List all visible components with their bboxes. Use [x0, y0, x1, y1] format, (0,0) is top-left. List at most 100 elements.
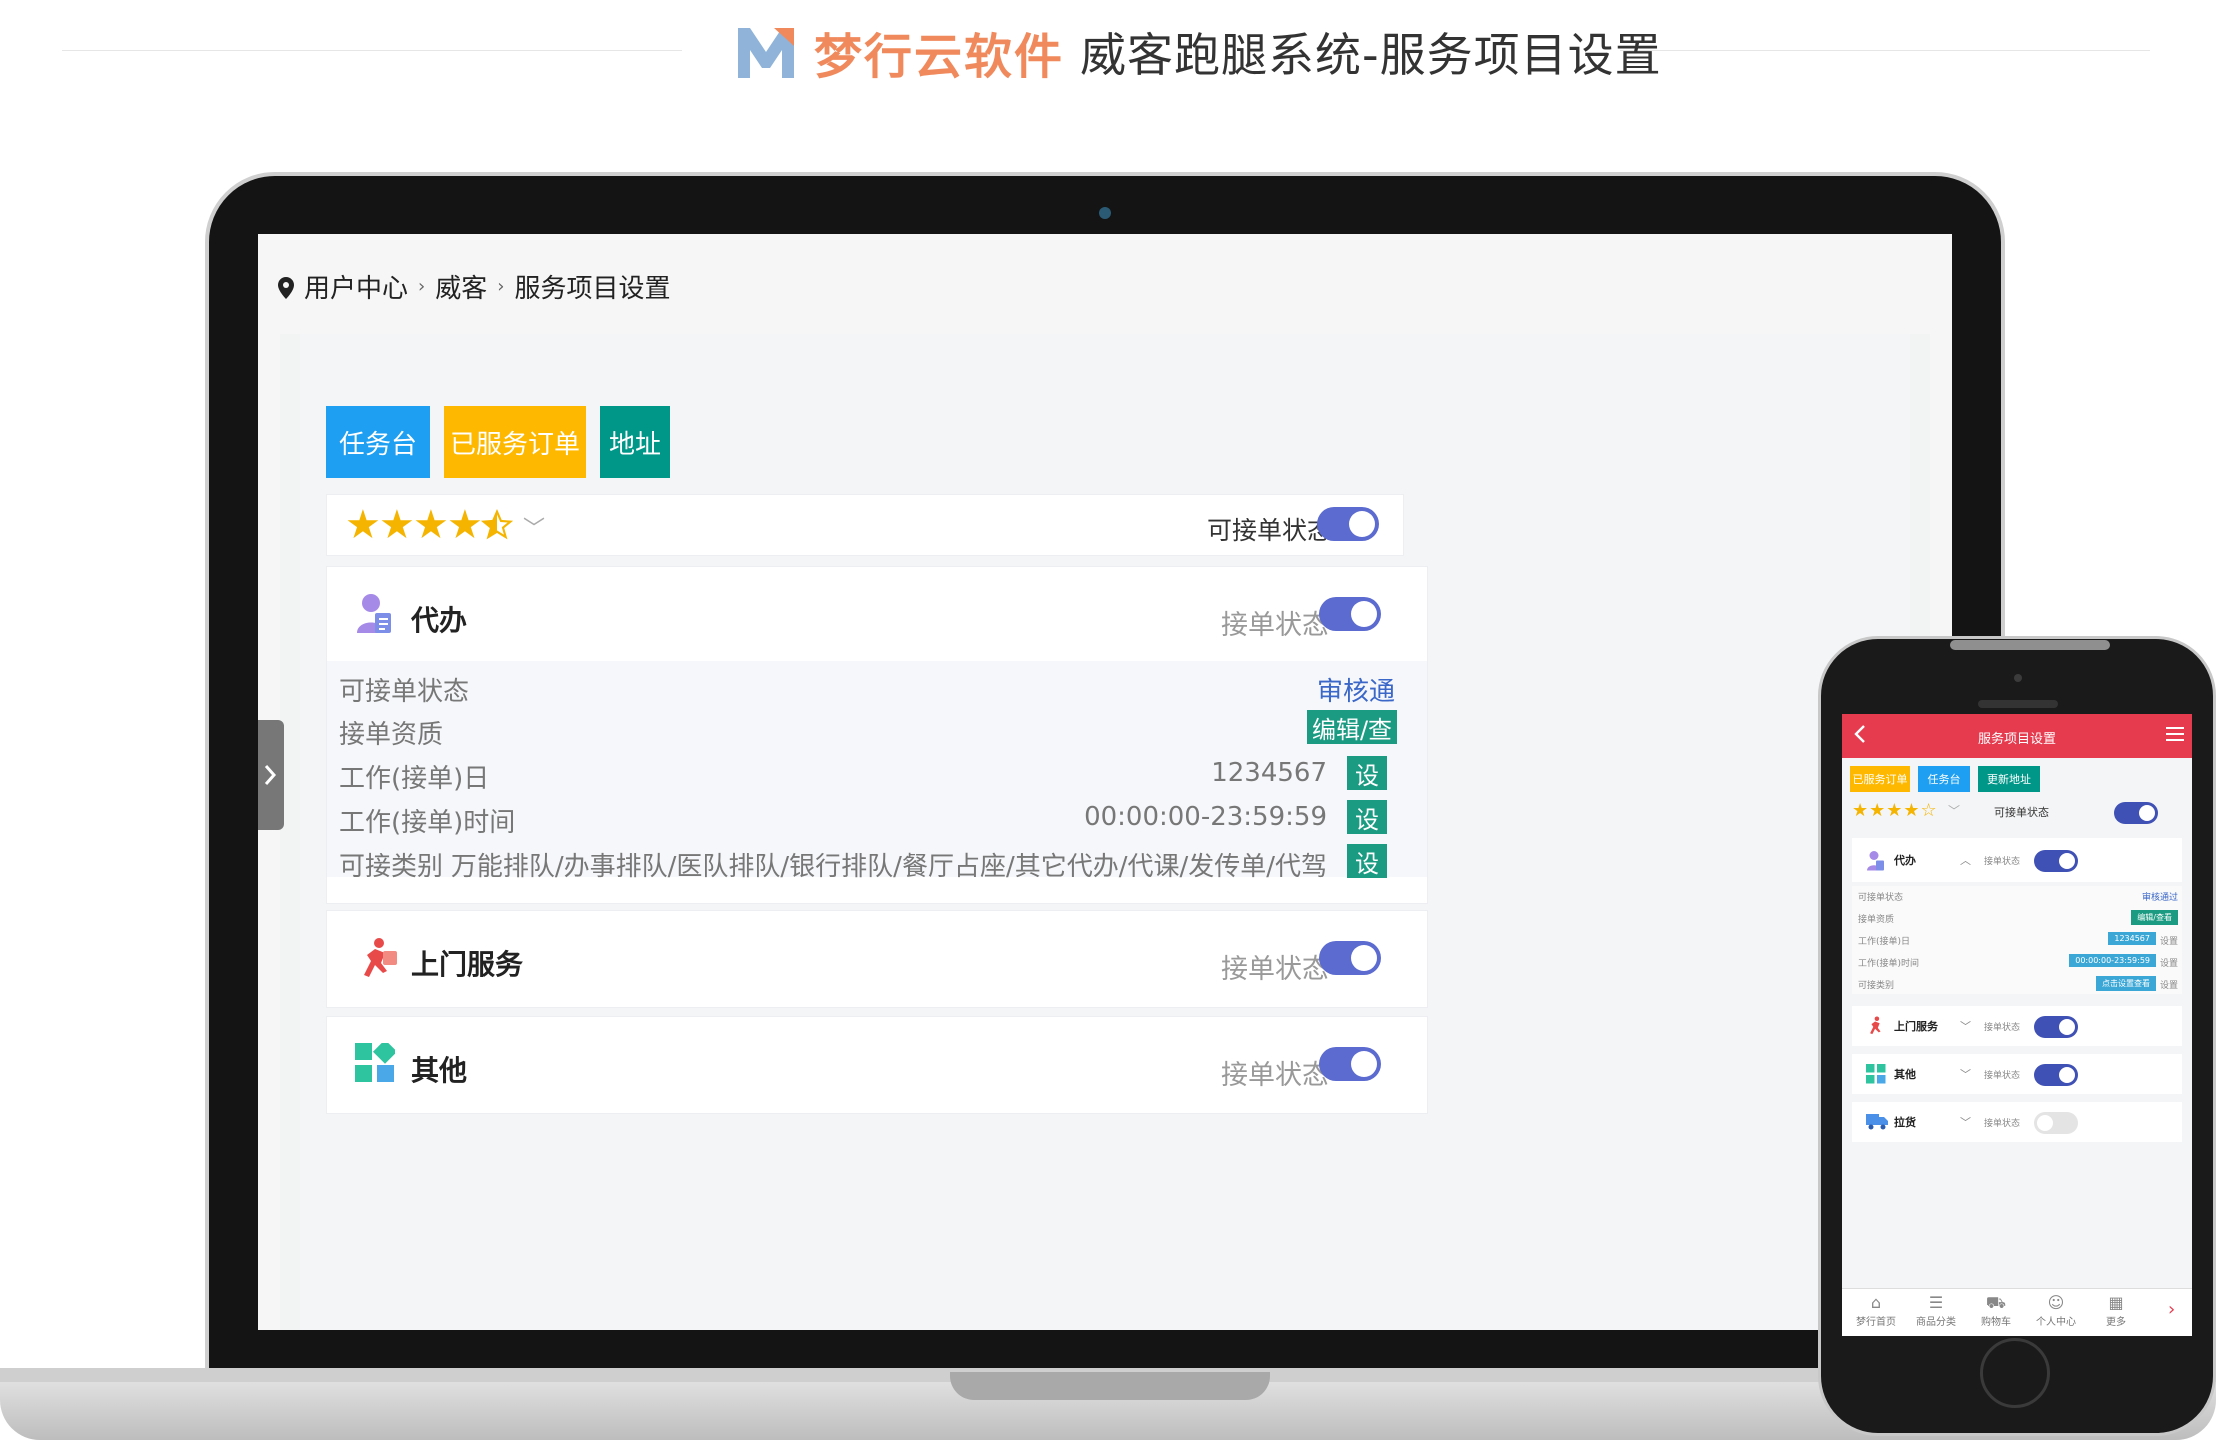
chevron-down-icon[interactable]: ﹀: [1960, 1114, 1971, 1130]
tab-task-desk[interactable]: 任务台: [326, 406, 430, 478]
mobile-section-daiban: 代办 ︿ 接单状态: [1852, 838, 2182, 882]
tab-served-orders-label: 已服务订单: [449, 429, 580, 460]
set-button[interactable]: 设: [1347, 844, 1387, 878]
laptop-camera: [1099, 207, 1111, 219]
mobile-tab-served-orders[interactable]: 已服务订单: [1850, 766, 1910, 792]
mobile-section-title: 上门服务: [1894, 1020, 1938, 1033]
section-status-toggle-daiban[interactable]: [1319, 597, 1381, 631]
nav-item-more[interactable]: ▦ 更多: [2086, 1293, 2146, 1328]
mobile-row-label: 可接类别: [1858, 981, 1895, 991]
mobile-edit-view-button[interactable]: 编辑/查看: [2131, 910, 2178, 925]
mobile-row-label: 工作(接单)日: [1858, 937, 1911, 947]
nav-item-cart[interactable]: ⛟ 购物车: [1966, 1293, 2026, 1328]
location-pin-icon: [278, 276, 294, 299]
star-icon: ★: [379, 502, 415, 548]
mobile-section-toggle[interactable]: [2034, 1112, 2078, 1134]
mobile-section-title: 代办: [1894, 854, 1916, 867]
chevron-up-icon[interactable]: ︿: [1960, 852, 1971, 868]
nav-label: 购物车: [1981, 1317, 2011, 1328]
nav-label: 更多: [2106, 1317, 2126, 1328]
nav-label: 梦行首页: [1856, 1317, 1896, 1328]
mobile-section-other: 其他 ﹀ 接单状态: [1852, 1054, 2182, 1094]
mobile-tab-task-desk[interactable]: 任务台: [1918, 766, 1970, 792]
phone-earpiece: [1978, 700, 2058, 708]
breadcrumb-item-user-center[interactable]: 用户中心: [304, 268, 408, 305]
runner-icon: [355, 937, 399, 985]
mobile-header: 服务项目设置: [1842, 714, 2192, 758]
mobile-row-value-chip[interactable]: 点击设置查看: [2096, 976, 2156, 991]
accept-status-toggle[interactable]: [1317, 507, 1379, 541]
star-icon: ★: [447, 502, 483, 548]
row-label: 工作(接单)日: [339, 764, 490, 794]
tab-address-label: 地址: [608, 429, 661, 460]
mobile-rows: 可接单状态 审核通过 接单资质 编辑/查看 工作(接单)日 1234567 设置…: [1852, 886, 2182, 994]
edit-view-button[interactable]: 编辑/查: [1307, 710, 1397, 744]
chevron-down-icon[interactable]: ﹀: [1960, 1066, 1971, 1082]
star-icon: ★: [345, 502, 381, 548]
header-rule-left: [62, 50, 682, 51]
nav-item-home[interactable]: ⌂ 梦行首页: [1846, 1293, 1906, 1328]
star-icon: ★: [413, 502, 449, 548]
section-status-toggle-home-service[interactable]: [1319, 941, 1381, 975]
user-icon: ☺: [2047, 1293, 2065, 1312]
row-label: 接单资质: [339, 720, 444, 750]
chevron-right-icon[interactable]: ›: [2168, 1299, 2175, 1320]
mobile-status-label: 接单状态: [1984, 1071, 2021, 1081]
breadcrumb: 用户中心 › 威客 › 服务项目设置: [278, 268, 670, 305]
set-button-label: 设: [1355, 849, 1379, 878]
edit-view-button-label: 编辑/查: [1311, 715, 1393, 744]
tab-address[interactable]: 地址: [600, 406, 670, 478]
mobile-accept-status-label: 可接单状态: [1994, 806, 2049, 819]
laptop-notch: [950, 1372, 1270, 1400]
mobile-section-toggle[interactable]: [2034, 850, 2078, 872]
section-status-label: 接单状态: [1221, 954, 1329, 985]
mobile-set-link[interactable]: 设置: [2160, 934, 2178, 947]
mobile-status-label: 接单状态: [1984, 1119, 2021, 1129]
header-rule-right: [1620, 50, 2150, 51]
breadcrumb-item-weike[interactable]: 威客: [435, 268, 487, 305]
tab-task-desk-label: 任务台: [338, 429, 417, 460]
breadcrumb-item-current: 服务项目设置: [514, 274, 671, 304]
nav-item-categories[interactable]: ☰ 商品分类: [1906, 1293, 1966, 1328]
approved-link[interactable]: 审核通: [1317, 671, 1395, 708]
section-title-other: 其他: [411, 1054, 468, 1087]
mobile-tab-update-address[interactable]: 更新地址: [1978, 766, 2040, 792]
set-button[interactable]: 设: [1347, 800, 1387, 834]
mobile-tab-label: 任务台: [1927, 773, 1961, 786]
truck-icon: [1866, 1112, 1888, 1133]
mobile-set-link[interactable]: 设置: [2160, 978, 2178, 991]
row-value: 1234567: [1211, 758, 1327, 788]
person-document-icon: [355, 593, 395, 639]
sidebar-toggle-handle[interactable]: [258, 720, 284, 830]
brand-name: 梦行云软件: [814, 29, 1065, 85]
mobile-accept-status-toggle[interactable]: [2114, 802, 2158, 824]
mobile-status-label: 接单状态: [1984, 1023, 2021, 1033]
menu-icon[interactable]: [2166, 726, 2184, 745]
mobile-row-value-chip: 1234567: [2108, 932, 2156, 945]
list-icon: ☰: [1928, 1293, 1944, 1312]
section-status-toggle-other[interactable]: [1319, 1047, 1381, 1081]
set-button[interactable]: 设: [1347, 756, 1387, 790]
mobile-section-toggle[interactable]: [2034, 1016, 2078, 1038]
chevron-down-icon[interactable]: ﹀: [1960, 1018, 1971, 1034]
tab-served-orders[interactable]: 已服务订单: [444, 406, 586, 478]
mobile-stars-icon: ★★★★☆: [1852, 800, 1938, 821]
chevron-down-icon[interactable]: ﹀: [523, 511, 545, 543]
chevron-down-icon[interactable]: ﹀: [1948, 802, 1960, 819]
mobile-row-value-chip: 00:00:00-23:59:59: [2069, 954, 2156, 967]
home-icon: ⌂: [1870, 1293, 1882, 1312]
row-label: 工作(接单)时间: [339, 808, 516, 838]
mobile-approved-link[interactable]: 审核通过: [2142, 890, 2178, 903]
section-status-label: 接单状态: [1221, 610, 1329, 641]
mobile-status-label: 接单状态: [1984, 857, 2021, 867]
apps-grid-icon: [355, 1039, 398, 1087]
mobile-tab-label: 已服务订单: [1852, 773, 1908, 786]
mobile-set-link[interactable]: 设置: [2160, 956, 2178, 969]
section-title-home-service: 上门服务: [411, 948, 524, 981]
content-inner: 任务台 已服务订单 地址 ★ ★ ★ ★ ﹀ 可接单状态 代办 接单状态 可接单…: [300, 334, 1910, 1330]
mobile-section-toggle[interactable]: [2034, 1064, 2078, 1086]
set-button-label: 设: [1355, 761, 1379, 790]
phone-screen: 服务项目设置 已服务订单 任务台 更新地址 ★★★★☆ ﹀ 可接单状态 代办 ︿…: [1842, 714, 2192, 1336]
nav-item-profile[interactable]: ☺ 个人中心: [2026, 1293, 2086, 1328]
mobile-bottom-nav: ⌂ 梦行首页 ☰ 商品分类 ⛟ 购物车 ☺ 个人中心 ▦ 更多 ›: [1842, 1288, 2192, 1336]
